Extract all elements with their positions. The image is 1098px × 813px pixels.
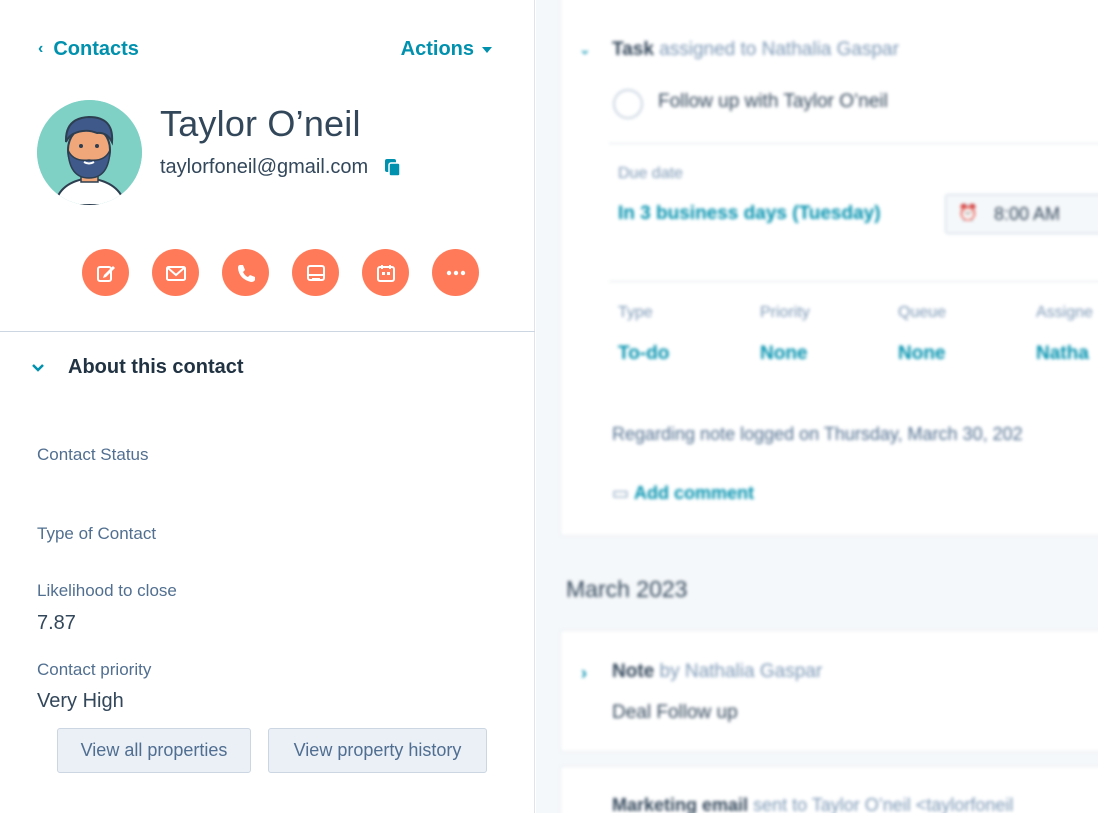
- task-type-dropdown[interactable]: To-do: [618, 343, 669, 365]
- note-body: Deal Follow up: [612, 702, 738, 723]
- view-all-properties-button[interactable]: View all properties: [57, 728, 251, 773]
- due-date-label: Due date: [618, 165, 683, 182]
- activity-timeline: ⌄ Task assigned to Nathalia Gaspar Follo…: [536, 0, 1098, 813]
- property-value[interactable]: Very High: [37, 690, 124, 713]
- task-card: ⌄ Task assigned to Nathalia Gaspar Follo…: [560, 0, 1098, 536]
- comment-icon: ▭: [612, 483, 630, 503]
- note-button[interactable]: [82, 249, 129, 296]
- divider: [609, 281, 1098, 282]
- marketing-email-card: Marketing email sent to Taylor O’neil <t…: [560, 766, 1098, 813]
- edit-icon: [96, 265, 115, 282]
- task-assignee-text: assigned to Nathalia Gaspar: [659, 39, 899, 60]
- add-comment-link[interactable]: ▭ Add comment: [612, 483, 754, 504]
- task-type: Task: [612, 39, 654, 60]
- queue-dropdown[interactable]: None: [898, 343, 946, 365]
- note-type: Note: [612, 661, 655, 682]
- note-card: › Note by Nathalia Gaspar Deal Follow up: [560, 630, 1098, 752]
- about-section-toggle[interactable]: About this contact: [30, 356, 244, 379]
- call-button[interactable]: [222, 249, 269, 296]
- chevron-down-icon[interactable]: ⌄: [579, 41, 591, 58]
- property-label: Type of Contact: [37, 524, 157, 543]
- chevron-right-icon[interactable]: ›: [581, 663, 587, 684]
- due-date-dropdown[interactable]: In 3 business days (Tuesday): [618, 203, 881, 225]
- log-icon: [306, 264, 325, 281]
- section-divider: [0, 331, 535, 332]
- marketing-email-recipient: sent to Taylor O’neil <taylorfoneil: [753, 795, 1014, 813]
- field-label: Queue: [898, 304, 947, 321]
- task-title[interactable]: Follow up with Taylor O’neil: [658, 91, 888, 113]
- chevron-left-icon: ‹: [38, 40, 44, 57]
- regarding-text: Regarding note logged on Thursday, March…: [612, 424, 1023, 444]
- note-author: by Nathalia Gaspar: [659, 661, 823, 682]
- meeting-button[interactable]: [362, 249, 409, 296]
- actions-dropdown[interactable]: Actions: [401, 38, 492, 61]
- back-to-contacts-link[interactable]: ‹ Contacts: [38, 38, 139, 61]
- avatar: [37, 100, 142, 205]
- phone-icon: [237, 264, 255, 282]
- assignee-dropdown[interactable]: Natha: [1036, 343, 1089, 365]
- more-actions-button[interactable]: [432, 249, 479, 296]
- alarm-icon: ⏰: [958, 205, 978, 222]
- back-link-label: Contacts: [53, 37, 139, 60]
- copy-icon[interactable]: [384, 158, 402, 178]
- caret-down-icon: [482, 47, 492, 53]
- contact-name: Taylor O’neil: [160, 103, 361, 144]
- property-label: Contact priority: [37, 660, 152, 679]
- quick-actions-row: [82, 249, 479, 296]
- calendar-icon: [376, 264, 395, 282]
- property-label: Contact Status: [37, 445, 149, 464]
- marketing-email-header: Marketing email sent to Taylor O’neil <t…: [612, 795, 1013, 813]
- log-activity-button[interactable]: [292, 249, 339, 296]
- sidebar-topnav: ‹ Contacts Actions: [38, 34, 492, 64]
- more-icon: [446, 270, 465, 275]
- add-comment-label: Add comment: [634, 483, 755, 503]
- task-header: Task assigned to Nathalia Gaspar: [612, 39, 899, 61]
- field-label: Priority: [760, 304, 810, 321]
- chevron-down-icon: [32, 363, 44, 372]
- due-time-input[interactable]: ⏰ 8:00 AM: [945, 194, 1098, 234]
- about-section-title: About this contact: [68, 356, 244, 378]
- email-icon: [165, 265, 186, 281]
- priority-dropdown[interactable]: None: [760, 343, 808, 365]
- due-time-value: 8:00 AM: [994, 204, 1061, 224]
- field-label: Type: [618, 304, 653, 321]
- property-value[interactable]: 7.87: [37, 612, 76, 635]
- marketing-email-type: Marketing email: [612, 795, 749, 813]
- actions-label: Actions: [400, 37, 474, 60]
- email-button[interactable]: [152, 249, 199, 296]
- month-header: March 2023: [566, 576, 688, 602]
- note-header: Note by Nathalia Gaspar: [612, 661, 822, 683]
- contact-email: taylorfoneil@gmail.com: [160, 156, 369, 178]
- contact-email-row: taylorfoneil@gmail.com: [160, 156, 402, 179]
- field-label: Assigne: [1036, 304, 1093, 321]
- property-label: Likelihood to close: [37, 581, 177, 600]
- divider: [609, 143, 1098, 144]
- task-complete-checkbox[interactable]: [613, 89, 643, 119]
- contact-sidebar: ‹ Contacts Actions Taylor O’neil taylorf…: [0, 0, 535, 813]
- view-property-history-button[interactable]: View property history: [268, 728, 487, 773]
